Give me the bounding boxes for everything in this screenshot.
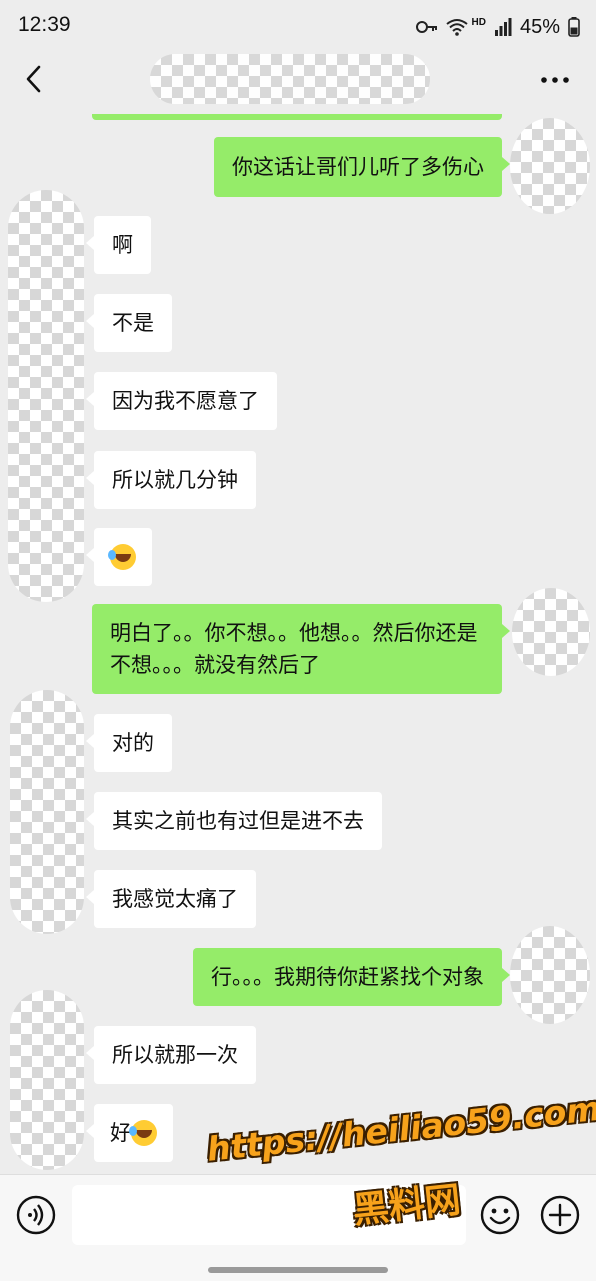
status-time: 12:39 [18, 13, 71, 36]
emoji-button[interactable] [480, 1195, 520, 1235]
plus-icon [540, 1195, 580, 1235]
message-text: 好 [110, 1121, 131, 1145]
rolling-on-floor-laughing-icon [108, 544, 136, 570]
home-indicator[interactable] [208, 1267, 388, 1273]
message-text: 你这话让哥们儿听了多伤心 [232, 155, 484, 179]
message-text: 所以就那一次 [112, 1043, 238, 1067]
message-text: 不是 [112, 311, 154, 335]
message-bubble-other[interactable]: 所以就几分钟 [86, 451, 256, 509]
more-button[interactable] [540, 72, 570, 86]
voice-button[interactable] [16, 1195, 56, 1235]
message-bubble-other[interactable]: 所以就那一次 [86, 1026, 256, 1084]
message-bubble-self[interactable]: 明白了。。你不想。。他想。。然后你还是不想。。。就没有然后了 [92, 604, 510, 694]
hd-badge: HD [471, 16, 486, 28]
message-bubble-other[interactable]: 不是 [86, 294, 172, 352]
message-input[interactable] [72, 1185, 466, 1245]
message-bubble-other[interactable]: 啊 [86, 216, 151, 274]
wifi-icon [445, 18, 468, 36]
status-icons: HD 45% [415, 12, 580, 42]
message-bubble-partial [92, 114, 502, 120]
chat-header [0, 54, 596, 114]
input-bar [0, 1174, 596, 1281]
message-text: 对的 [112, 731, 154, 755]
battery-icon [568, 17, 580, 37]
message-bubble-other[interactable]: 其实之前也有过但是进不去 [86, 792, 382, 850]
avatar-other[interactable] [10, 990, 84, 1170]
battery-level: 45% [519, 15, 560, 38]
avatar-self[interactable] [510, 118, 590, 214]
rolling-on-floor-laughing-icon [129, 1120, 157, 1146]
message-bubble-other[interactable]: 好 [86, 1104, 173, 1162]
message-bubble-other[interactable]: 我感觉太痛了 [86, 870, 256, 928]
back-button[interactable] [20, 64, 50, 94]
message-list[interactable]: 你这话让哥们儿听了多伤心 啊 不是 因为我不愿意了 所以就几分钟 明白了。。你不… [0, 114, 596, 1174]
chat-title-redacted [150, 54, 430, 104]
message-bubble-other[interactable]: 对的 [86, 714, 172, 772]
avatar-other[interactable] [10, 690, 84, 934]
smiley-icon [480, 1195, 520, 1235]
key-icon [415, 20, 438, 34]
avatar-other[interactable] [8, 190, 84, 602]
voice-icon [16, 1195, 56, 1235]
message-text: 所以就几分钟 [112, 468, 238, 492]
message-text: 我感觉太痛了 [112, 887, 238, 911]
message-bubble-self[interactable]: 行。。。我期待你赶紧找个对象 [193, 948, 510, 1006]
more-dots-icon [541, 77, 569, 83]
message-bubble-other[interactable]: 因为我不愿意了 [86, 372, 277, 430]
message-text: 啊 [112, 233, 133, 257]
message-text: 行。。。我期待你赶紧找个对象 [211, 965, 484, 989]
signal-icon [494, 18, 512, 36]
message-text: 其实之前也有过但是进不去 [112, 809, 364, 833]
message-bubble-other[interactable] [86, 528, 152, 586]
message-text: 明白了。。你不想。。他想。。然后你还是不想。。。就没有然后了 [110, 621, 478, 677]
message-bubble-self[interactable]: 你这话让哥们儿听了多伤心 [214, 137, 510, 197]
more-functions-button[interactable] [540, 1195, 580, 1235]
status-bar: 12:39 HD 45% [0, 0, 596, 54]
avatar-self[interactable] [512, 588, 590, 676]
message-text: 因为我不愿意了 [112, 389, 259, 413]
avatar-self[interactable] [510, 926, 590, 1024]
chevron-left-icon [26, 65, 41, 93]
